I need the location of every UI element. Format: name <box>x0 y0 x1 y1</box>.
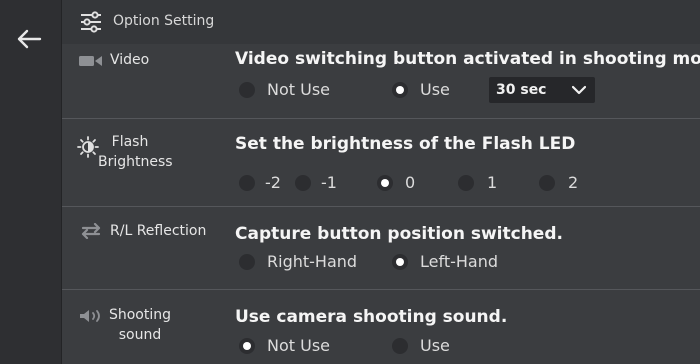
left-nav-bar <box>0 0 62 364</box>
radio-button[interactable] <box>458 174 474 191</box>
radio-button[interactable] <box>392 337 408 354</box>
sliders-icon <box>81 11 101 33</box>
option-label: Not Use <box>267 336 331 355</box>
speaker-icon <box>80 310 100 322</box>
sound-label: Shooting sound <box>106 305 174 345</box>
option-label: Use <box>420 80 450 99</box>
flash-option-2[interactable]: 2 <box>539 173 578 192</box>
option-label: 2 <box>568 173 579 192</box>
flash-label-line2: Brightness <box>98 154 173 170</box>
radio-button[interactable] <box>239 174 255 191</box>
section-video: Video Video switching button activated i… <box>62 44 700 119</box>
radio-button[interactable] <box>392 253 408 270</box>
page-title: Option Setting <box>113 13 215 29</box>
radio-button[interactable] <box>239 337 255 354</box>
sound-label-line2: sound <box>118 327 162 343</box>
flash-option-0[interactable]: 0 <box>377 173 415 192</box>
reflection-option-right-hand[interactable]: Right-Hand <box>239 252 357 271</box>
flash-description: Set the brightness of the Flash LED <box>235 134 576 154</box>
option-label: Not Use <box>267 80 331 99</box>
flash-label-line1: Flash <box>111 134 149 150</box>
sound-label-line1: Shooting <box>108 307 172 323</box>
section-sound: Shooting sound Use camera shooting sound… <box>62 289 700 364</box>
reflection-label: R/L Reflection <box>110 223 207 239</box>
video-camera-icon <box>79 56 102 66</box>
video-duration-select[interactable]: 30 sec <box>489 77 595 103</box>
radio-button[interactable] <box>539 174 555 191</box>
video-option-not-use[interactable]: Not Use <box>239 80 330 99</box>
flash-option-minus-1[interactable]: -1 <box>295 173 337 192</box>
brightness-icon <box>77 136 99 158</box>
back-button[interactable] <box>12 24 46 54</box>
video-option-use[interactable]: Use <box>392 80 450 99</box>
radio-button[interactable] <box>295 174 311 191</box>
swap-arrows-icon <box>81 223 101 239</box>
option-label: Use <box>420 336 450 355</box>
duration-value: 30 sec <box>496 82 547 98</box>
chevron-down-icon <box>572 85 586 95</box>
reflection-description: Capture button position switched. <box>235 224 563 244</box>
flash-option-minus-2[interactable]: -2 <box>239 173 281 192</box>
radio-button[interactable] <box>239 81 255 98</box>
option-label: -1 <box>321 173 337 192</box>
section-reflection: R/L Reflection Capture button position s… <box>62 206 700 290</box>
radio-button[interactable] <box>377 174 393 191</box>
video-description: Video switching button activated in shoo… <box>235 49 700 69</box>
flash-option-1[interactable]: 1 <box>458 173 497 192</box>
section-flash: Flash Brightness Set the brightness of t… <box>62 118 700 207</box>
radio-button[interactable] <box>239 253 255 270</box>
option-label: 0 <box>405 173 416 192</box>
arrow-left-icon <box>17 29 42 49</box>
sound-description: Use camera shooting sound. <box>235 307 508 327</box>
flash-label: Flash Brightness <box>98 132 173 172</box>
sound-option-use[interactable]: Use <box>392 336 450 355</box>
option-label: Right-Hand <box>267 252 358 271</box>
video-label: Video <box>110 52 150 68</box>
option-label: -2 <box>265 173 281 192</box>
sound-option-not-use[interactable]: Not Use <box>239 336 330 355</box>
radio-button[interactable] <box>392 81 408 98</box>
header-bar: Option Setting <box>62 0 700 44</box>
option-label: Left-Hand <box>420 252 499 271</box>
option-label: 1 <box>487 173 498 192</box>
reflection-option-left-hand[interactable]: Left-Hand <box>392 252 498 271</box>
